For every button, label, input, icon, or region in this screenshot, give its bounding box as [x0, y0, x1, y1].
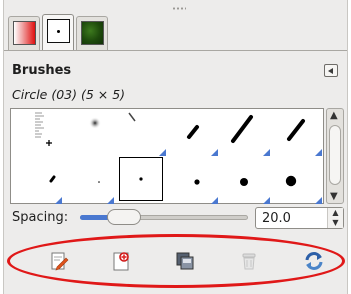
- spin-up-icon[interactable]: ▲: [328, 208, 343, 218]
- tab-gradients[interactable]: [8, 16, 40, 50]
- slider-knob[interactable]: [107, 209, 141, 225]
- tab-patterns[interactable]: [76, 16, 108, 50]
- scalable-marker-icon: [263, 197, 270, 204]
- panel-title: Brushes: [12, 63, 72, 78]
- tab-brushes[interactable]: [42, 14, 74, 50]
- brush-preview: [89, 117, 101, 129]
- scalable-marker-icon: [55, 197, 62, 204]
- brush-grid-scrollbar[interactable]: ▲ ▼: [326, 108, 344, 204]
- duplicate-brush-button[interactable]: [174, 250, 196, 272]
- refresh-brushes-icon: [305, 252, 323, 270]
- brushes-dock-panel: Brushes Circle (03) (5 × 5) ▲ ▼ Spacing:…: [3, 0, 348, 294]
- edit-brush-icon: [51, 252, 69, 271]
- spacing-value[interactable]: 20.0: [262, 211, 291, 226]
- brush-cell-calligraphy-medium[interactable]: [271, 109, 323, 157]
- spacing-label: Spacing:: [12, 210, 69, 225]
- new-brush-icon: [113, 252, 129, 271]
- pattern-swatch-icon: [81, 21, 104, 45]
- brush-cell-oblique[interactable]: [11, 157, 63, 205]
- delete-brush-icon: [242, 253, 256, 270]
- spin-down-icon[interactable]: ▼: [328, 218, 343, 228]
- refresh-brushes-button[interactable]: [303, 250, 325, 272]
- brush-cell-circle-05[interactable]: [167, 157, 219, 205]
- scalable-marker-icon: [211, 197, 218, 204]
- brushes-toolbar: [4, 238, 349, 282]
- brush-cell-circle-09[interactable]: [271, 157, 323, 205]
- selected-brush-name: Circle (03) (5 × 5): [12, 87, 126, 102]
- new-brush-button[interactable]: [111, 250, 133, 272]
- spacing-spinbutton[interactable]: 20.0 ▲ ▼: [255, 207, 344, 229]
- brush-preview: [139, 177, 143, 181]
- scalable-marker-icon: [107, 197, 114, 204]
- brush-cell-text[interactable]: [11, 109, 63, 157]
- brush-swatch-icon: [47, 19, 70, 43]
- scroll-down-icon[interactable]: ▼: [330, 191, 338, 202]
- scroll-up-icon[interactable]: ▲: [330, 110, 338, 121]
- delete-brush-button[interactable]: [238, 250, 260, 272]
- spin-arrows[interactable]: ▲ ▼: [327, 208, 343, 228]
- panel-menu-button[interactable]: [324, 64, 338, 77]
- brush-cell-fuzzy[interactable]: [63, 109, 115, 157]
- brush-cell-circle-01[interactable]: [63, 157, 115, 205]
- brush-cell-calligraphy-large[interactable]: [219, 109, 271, 157]
- scalable-marker-icon: [263, 149, 270, 156]
- scalable-marker-icon: [315, 149, 322, 156]
- brush-cell-circle-07[interactable]: [219, 157, 271, 205]
- brush-preview: [35, 112, 52, 146]
- scalable-marker-icon: [211, 149, 218, 156]
- gradient-swatch-icon: [13, 21, 36, 45]
- brush-grid[interactable]: [10, 108, 324, 204]
- scrollbar-thumb[interactable]: [329, 125, 341, 185]
- scalable-marker-icon: [159, 149, 166, 156]
- dock-grip[interactable]: [172, 7, 186, 10]
- dock-tabs: [8, 14, 108, 50]
- scalable-marker-icon: [315, 197, 322, 204]
- tab-divider: [4, 50, 347, 51]
- brush-cell-circle-03-selected[interactable]: [119, 157, 163, 201]
- spacing-slider[interactable]: [80, 208, 248, 226]
- duplicate-brush-icon: [176, 252, 194, 270]
- brush-cell-hairline[interactable]: [115, 109, 167, 157]
- brush-cell-calligraphy-small[interactable]: [167, 109, 219, 157]
- edit-brush-button[interactable]: [48, 250, 70, 272]
